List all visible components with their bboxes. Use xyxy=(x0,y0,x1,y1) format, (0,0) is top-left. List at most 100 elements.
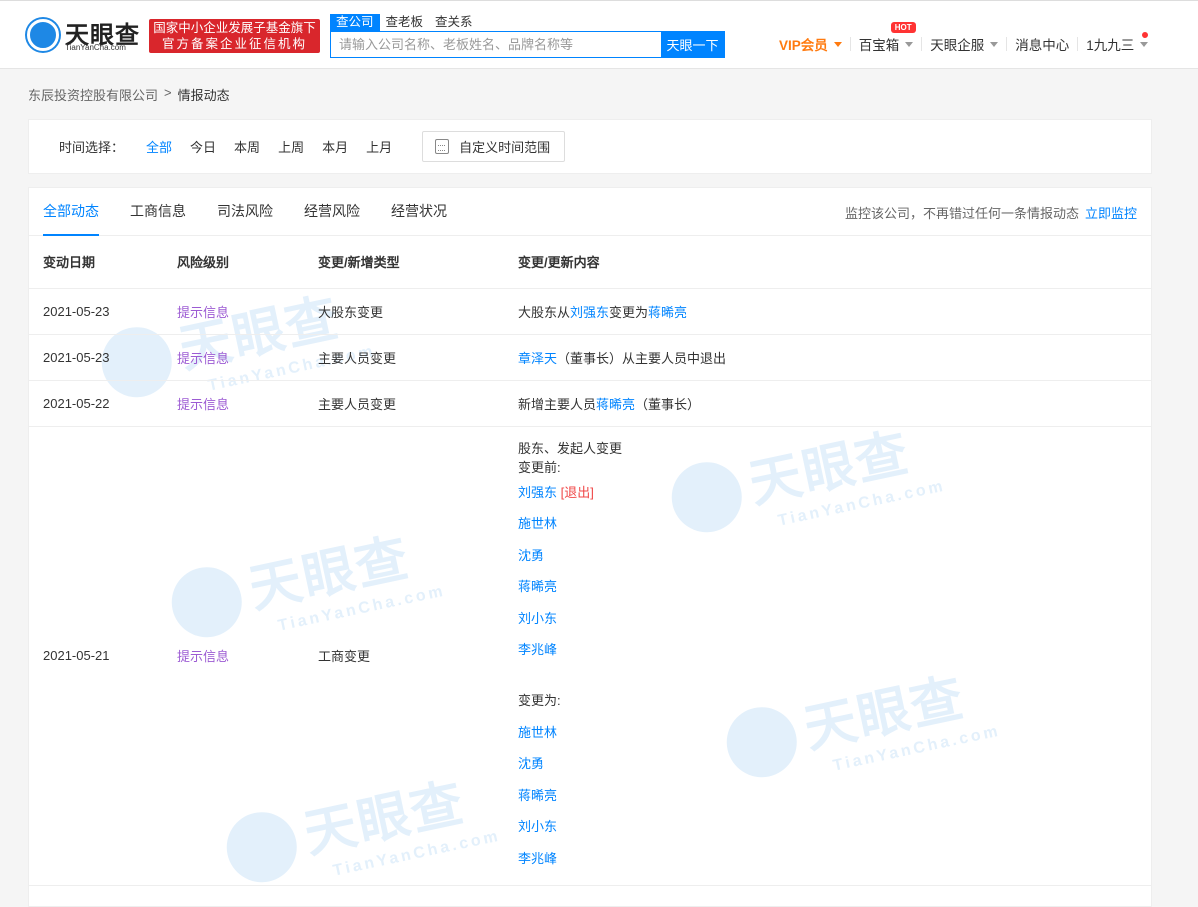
search-box: 天眼一下 xyxy=(330,31,725,58)
row-date: 2021-05-22 xyxy=(29,380,177,427)
time-filter-label: 时间选择： xyxy=(59,140,125,155)
promo-line2: 官方备案企业征信机构 xyxy=(161,37,307,51)
breadcrumb-company[interactable]: 东辰投资控股有限公司 xyxy=(28,85,158,104)
before-label: 变更前: xyxy=(518,459,561,475)
monitor-prompt: 监控该公司，不再错过任何一条情报动态 立即监控 xyxy=(845,203,1137,222)
top-header: 天眼查 TianYanCha.com 国家中小企业发展子基金旗下 官方备案企业征… xyxy=(0,0,1198,69)
risk-level: 提示信息 xyxy=(177,426,318,886)
risk-level: 提示信息 xyxy=(177,380,318,427)
change-content: 新增主要人员蒋晞亮（董事长） xyxy=(518,380,1151,427)
content-text: 大股东从 xyxy=(518,304,571,320)
tab-operating-status[interactable]: 经营状况 xyxy=(391,188,447,236)
row-date: 2021-05-21 xyxy=(29,426,177,886)
person-link[interactable]: 刘强东 xyxy=(570,305,609,320)
change-content: 股东、发起人变更 变更前: 刘强东 [退出] 施世林 沈勇 蒋晞亮 刘小东 李兆… xyxy=(518,426,1151,886)
intel-table: 变动日期 风险级别 变更/新增类型 变更/更新内容 2021-05-23 提示信… xyxy=(29,236,1151,886)
col-date: 变动日期 xyxy=(29,236,177,289)
time-option-last-month[interactable]: 上月 xyxy=(366,137,392,156)
table-row: 2021-05-21 提示信息 工商变更 股东、发起人变更 变更前: 刘强东 [… xyxy=(29,426,1151,886)
hot-badge: HOT xyxy=(890,22,916,33)
tianyancha-logo[interactable]: 天眼查 TianYanCha.com xyxy=(27,17,142,53)
custom-range-button[interactable]: 自定义时间范围 xyxy=(422,131,566,162)
person-link[interactable]: 蒋晞亮 xyxy=(518,579,557,594)
search-tab-company[interactable]: 查公司 xyxy=(330,14,380,31)
message-center-link[interactable]: 消息中心 xyxy=(1007,34,1077,54)
custom-range-label: 自定义时间范围 xyxy=(459,140,551,155)
person-link[interactable]: 蒋晞亮 xyxy=(518,788,557,803)
enterprise-menu[interactable]: 天眼企服 xyxy=(922,34,1006,54)
change-title: 股东、发起人变更 xyxy=(518,440,623,456)
tab-all[interactable]: 全部动态 xyxy=(43,188,99,236)
change-type: 主要人员变更 xyxy=(318,334,518,381)
content-text: 新增主要人员 xyxy=(518,396,597,412)
search-tabs: 查公司 查老板 查关系 xyxy=(330,14,479,31)
table-row: 2021-05-23 提示信息 大股东变更 大股东从刘强东变更为蒋晞亮 xyxy=(29,288,1151,335)
calendar-icon xyxy=(435,139,450,154)
notification-dot-icon xyxy=(1142,32,1149,38)
person-link[interactable]: 沈勇 xyxy=(518,756,544,771)
row-date: 2021-05-23 xyxy=(29,334,177,381)
chevron-down-icon xyxy=(990,41,999,47)
messages-label: 消息中心 xyxy=(1015,38,1070,53)
content-text: （董事长）从主要人员中退出 xyxy=(557,350,727,366)
person-link[interactable]: 李兆峰 xyxy=(518,851,557,866)
time-option-this-week[interactable]: 本周 xyxy=(234,137,260,156)
risk-level: 提示信息 xyxy=(177,334,318,381)
person-link[interactable]: 施世林 xyxy=(518,725,557,740)
monitor-now-link[interactable]: 立即监控 xyxy=(1085,206,1137,221)
person-link[interactable]: 刘小东 xyxy=(518,819,557,834)
table-row: 2021-05-22 提示信息 主要人员变更 新增主要人员蒋晞亮（董事长） xyxy=(29,380,1151,427)
table-row: 2021-05-23 提示信息 主要人员变更 章泽天（董事长）从主要人员中退出 xyxy=(29,334,1151,381)
time-option-all[interactable]: 全部 xyxy=(146,137,172,156)
breadcrumb: 东辰投资控股有限公司 > 情报动态 xyxy=(28,85,230,104)
change-type: 主要人员变更 xyxy=(318,380,518,427)
person-link[interactable]: 刘小东 xyxy=(518,611,557,626)
tab-operating-risk[interactable]: 经营风险 xyxy=(304,188,360,236)
breadcrumb-current: 情报动态 xyxy=(177,88,230,103)
person-link[interactable]: 蒋晞亮 xyxy=(648,305,687,320)
change-type: 工商变更 xyxy=(318,426,518,886)
content-text: 变更为 xyxy=(609,304,649,320)
chevron-right-icon: > xyxy=(164,85,172,100)
chevron-down-icon xyxy=(905,41,914,47)
intel-panel: 天眼查 TianYanCha.com 天眼查 TianYanCha.com 天眼查 T… xyxy=(28,187,1152,907)
search-tab-relation[interactable]: 查关系 xyxy=(429,14,479,31)
person-link[interactable]: 李兆峰 xyxy=(518,642,557,657)
vip-menu[interactable]: VIP会员 xyxy=(771,34,850,54)
chevron-down-icon xyxy=(1140,41,1149,47)
user-menu[interactable]: 1九九三 xyxy=(1078,32,1156,54)
person-link[interactable]: 施世林 xyxy=(518,516,557,531)
time-option-last-week[interactable]: 上周 xyxy=(278,137,304,156)
person-link[interactable]: 章泽天 xyxy=(518,351,557,366)
search-button[interactable]: 天眼一下 xyxy=(661,32,724,57)
after-label: 变更为: xyxy=(518,693,561,709)
monitor-text: 监控该公司，不再错过任何一条情报动态 xyxy=(844,206,1079,221)
logo-domain: TianYanCha.com xyxy=(65,43,126,52)
tab-business-info[interactable]: 工商信息 xyxy=(130,188,186,236)
col-type: 变更/新增类型 xyxy=(318,236,518,289)
time-option-this-month[interactable]: 本月 xyxy=(322,137,348,156)
logo-mark-icon xyxy=(27,19,59,51)
person-link[interactable]: 蒋晞亮 xyxy=(596,397,635,412)
exit-tag: [退出] xyxy=(560,484,594,500)
content-text: （董事长） xyxy=(635,396,701,412)
treasure-menu[interactable]: 百宝箱 HOT xyxy=(851,22,922,54)
category-tabs: 全部动态 工商信息 司法风险 经营风险 经营状况 监控该公司，不再错过任何一条情… xyxy=(29,188,1151,236)
col-risk: 风险级别 xyxy=(177,236,318,289)
chevron-down-icon xyxy=(833,41,842,47)
promo-line1: 国家中小企业发展子基金旗下 xyxy=(153,21,316,35)
col-content: 变更/更新内容 xyxy=(518,236,1151,289)
top-nav: VIP会员 百宝箱 HOT 天眼企服 消息中心 1九九三 xyxy=(771,22,1156,54)
search-tab-boss[interactable]: 查老板 xyxy=(380,14,430,31)
row-date: 2021-05-23 xyxy=(29,288,177,335)
person-link[interactable]: 沈勇 xyxy=(518,548,544,563)
promo-banner[interactable]: 国家中小企业发展子基金旗下 官方备案企业征信机构 xyxy=(149,19,320,53)
vip-label: VIP会员 xyxy=(779,38,828,53)
treasure-label: 百宝箱 xyxy=(858,38,900,53)
change-content: 章泽天（董事长）从主要人员中退出 xyxy=(518,334,1151,381)
search-input[interactable] xyxy=(331,32,661,57)
person-link[interactable]: 刘强东 xyxy=(518,485,557,500)
tab-judicial-risk[interactable]: 司法风险 xyxy=(217,188,273,236)
time-option-today[interactable]: 今日 xyxy=(190,137,216,156)
change-content: 大股东从刘强东变更为蒋晞亮 xyxy=(518,288,1151,335)
